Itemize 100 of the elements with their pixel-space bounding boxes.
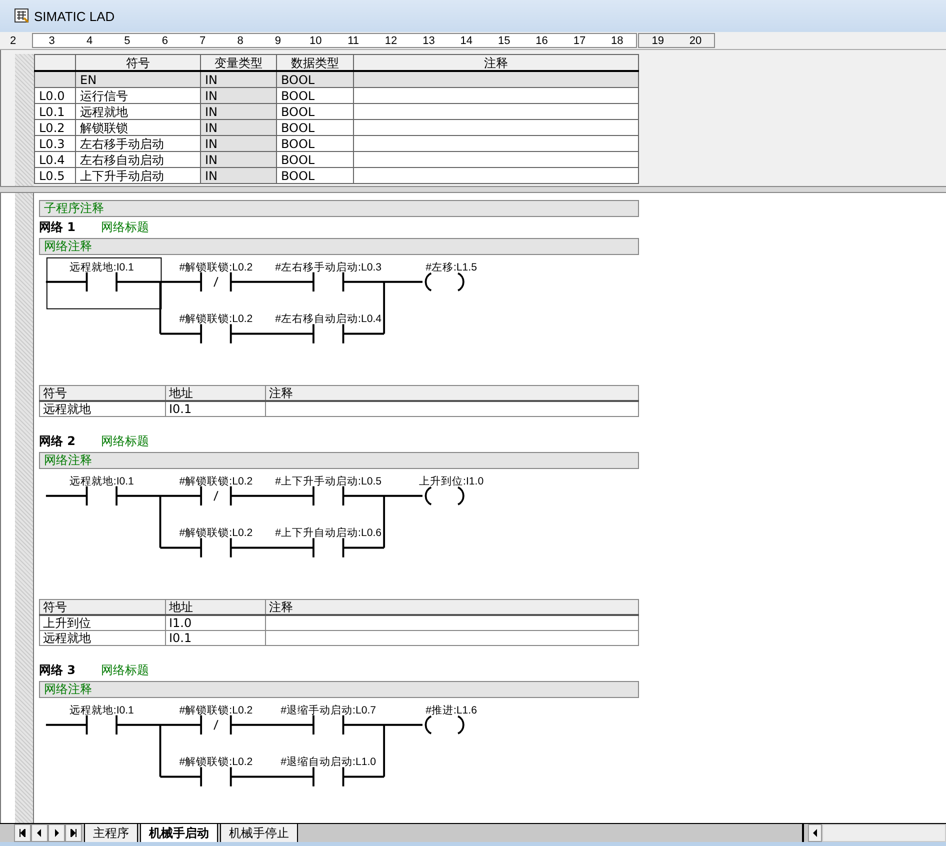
column-header: 变量类型 <box>200 54 276 71</box>
horizontal-scrollbar[interactable] <box>822 824 946 842</box>
ruler-mark: 19 <box>650 34 665 46</box>
table-cell: IN <box>200 136 276 152</box>
network-title[interactable]: 网络标题 <box>101 662 149 680</box>
column-header: 符号 <box>40 600 166 615</box>
table-cell[interactable]: BOOL <box>276 88 354 104</box>
normally-open-contact[interactable] <box>312 715 344 735</box>
normally-closed-contact[interactable] <box>200 486 232 506</box>
table-cell[interactable] <box>354 120 638 136</box>
sheet-tab[interactable]: 机械手停止 <box>220 824 298 842</box>
skip-arrow-icon <box>70 829 77 837</box>
contact-label: #左右移手动启动:L0.3 <box>275 262 382 274</box>
network-comment[interactable]: 网络注释 <box>39 681 639 698</box>
normally-open-contact[interactable] <box>200 538 232 558</box>
ruler-mark: 20 <box>688 34 703 46</box>
table-cell[interactable]: BOOL <box>276 152 354 168</box>
address-cell: L0.1 <box>34 104 76 120</box>
ruler-mark: 3 <box>48 34 56 46</box>
network-title[interactable]: 网络标题 <box>101 219 149 236</box>
output-coil[interactable] <box>424 486 464 506</box>
ruler-mark: 12 <box>384 34 398 46</box>
ruler-mark: 17 <box>572 34 587 46</box>
column-header: 注释 <box>354 54 638 71</box>
table-cell: IN <box>200 120 276 136</box>
network-title[interactable]: 网络标题 <box>101 433 149 450</box>
normally-closed-contact[interactable] <box>200 715 232 735</box>
normally-open-contact[interactable] <box>86 486 118 506</box>
program-comment[interactable]: 子程序注释 <box>39 200 639 217</box>
table-cell[interactable]: 左右移自动启动 <box>76 152 200 168</box>
ladder-editor-icon <box>14 8 30 24</box>
column-header: 符号 <box>76 54 200 71</box>
network-comment[interactable]: 网络注释 <box>39 452 639 470</box>
table-cell[interactable]: 解锁联锁 <box>76 120 200 136</box>
last-tab-button[interactable] <box>65 824 82 842</box>
network-comment[interactable]: 网络注释 <box>39 238 639 256</box>
address-cell: L0.3 <box>34 136 76 152</box>
scroll-left-button[interactable] <box>808 824 822 842</box>
table-cell[interactable]: EN <box>76 71 200 88</box>
ruler-mark: 13 <box>422 34 436 46</box>
table-cell: IN <box>200 104 276 120</box>
normally-open-contact[interactable] <box>312 538 344 558</box>
normally-open-contact[interactable] <box>312 324 344 344</box>
table-cell[interactable]: 远程就地 <box>76 104 200 120</box>
normally-open-contact[interactable] <box>46 258 162 310</box>
contact-label: 远程就地:I0.1 <box>69 704 134 716</box>
triangle-arrow-icon <box>812 829 818 837</box>
normally-open-contact[interactable] <box>312 272 344 292</box>
previous-tab-button[interactable] <box>31 824 48 842</box>
normally-open-contact[interactable] <box>200 324 232 344</box>
contact-label: 远程就地:I0.1 <box>69 476 134 488</box>
normally-open-contact[interactable] <box>200 767 232 786</box>
table-cell[interactable] <box>354 88 638 104</box>
triangle-arrow-icon <box>36 829 43 837</box>
normally-open-contact[interactable] <box>312 767 344 786</box>
table-cell: 远程就地 <box>40 401 166 416</box>
sheet-tab[interactable]: 机械手启动 <box>140 824 218 842</box>
column-header: 符号 <box>40 386 166 401</box>
coil-label: #左移:L1.5 <box>426 262 477 274</box>
normally-open-contact[interactable] <box>312 486 344 506</box>
table-cell[interactable]: 左右移手动启动 <box>76 136 200 152</box>
table-cell: I0.1 <box>166 401 266 416</box>
ruler-mark: 9 <box>274 34 282 46</box>
contact-label: #解锁联锁:L0.2 <box>179 262 253 274</box>
output-coil[interactable] <box>424 715 464 735</box>
table-cell[interactable]: BOOL <box>276 168 354 184</box>
ruler-mark: 16 <box>534 34 549 46</box>
ruler-mark: 14 <box>459 34 474 46</box>
normally-closed-contact[interactable] <box>200 272 232 292</box>
coil-label: #推进:L1.6 <box>426 704 477 716</box>
table-cell[interactable]: BOOL <box>276 120 354 136</box>
output-coil[interactable] <box>424 272 464 292</box>
ruler-mark: 11 <box>346 34 360 46</box>
table-cell[interactable] <box>354 152 638 168</box>
table-cell[interactable] <box>354 71 638 88</box>
table-cell[interactable]: 上下升手动启动 <box>76 168 200 184</box>
column-header: 注释 <box>266 600 638 615</box>
sheet-tab[interactable]: 主程序 <box>84 824 138 842</box>
table-cell[interactable]: 运行信号 <box>76 88 200 104</box>
table-cell: 上升到位 <box>40 615 166 630</box>
next-tab-button[interactable] <box>48 824 65 842</box>
ruler-mark: 2 <box>10 34 18 46</box>
contact-label: #退缩手动启动:L0.7 <box>280 704 376 716</box>
table-cell[interactable] <box>354 168 638 184</box>
table-cell[interactable]: BOOL <box>276 104 354 120</box>
table-cell: 远程就地 <box>40 630 166 646</box>
normally-open-contact[interactable] <box>86 715 118 735</box>
column-header: 地址 <box>166 386 266 401</box>
contact-label: #解锁联锁:L0.2 <box>179 704 253 716</box>
triangle-arrow-icon <box>53 829 60 837</box>
table-cell[interactable] <box>354 104 638 120</box>
table-cell: IN <box>200 152 276 168</box>
table-cell[interactable]: BOOL <box>276 136 354 152</box>
window-title: SIMATIC LAD <box>34 8 115 24</box>
table-cell: IN <box>200 71 276 88</box>
table-cell[interactable] <box>354 136 638 152</box>
contact-label: #解锁联锁:L0.2 <box>179 313 253 326</box>
ruler-mark: 4 <box>85 34 94 46</box>
first-tab-button[interactable] <box>14 824 31 842</box>
table-cell[interactable]: BOOL <box>276 71 354 88</box>
